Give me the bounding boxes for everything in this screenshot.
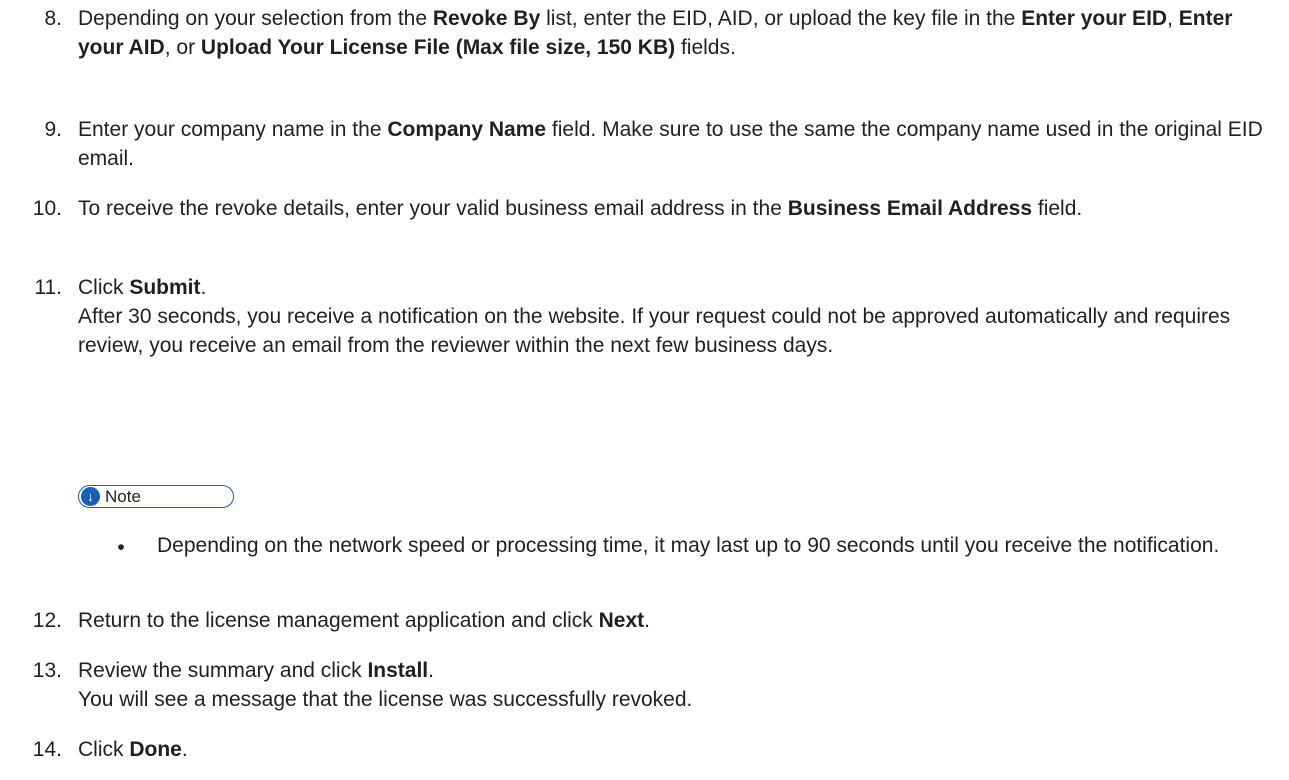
step-text: Depending on your selection from the Rev… bbox=[78, 7, 1233, 59]
step-text: Return to the license management applica… bbox=[78, 609, 651, 632]
step-number: 12. bbox=[32, 609, 62, 632]
step-number: 10. bbox=[32, 197, 62, 220]
step-number: 8. bbox=[44, 7, 62, 30]
step-text: Enter your company name in the Company N… bbox=[78, 118, 1263, 170]
note-label: Note bbox=[105, 487, 141, 506]
ui-term-install: Install bbox=[367, 659, 429, 682]
ui-term-done: Done bbox=[129, 738, 182, 761]
step-text: To receive the revoke details, enter you… bbox=[78, 197, 1083, 220]
down-arrow-icon: ↓ bbox=[81, 487, 100, 506]
ui-term-company-name: Company Name bbox=[387, 118, 547, 141]
step-number: 9. bbox=[44, 118, 62, 141]
bullet-marker: • bbox=[117, 536, 125, 559]
ui-term-upload-license: Upload Your License File (Max file size,… bbox=[200, 36, 676, 59]
ui-term-business-email: Business Email Address bbox=[787, 197, 1033, 220]
ui-term-revoke-by: Revoke By bbox=[432, 7, 541, 30]
step-text: Review the summary and click Install. Yo… bbox=[78, 656, 1283, 714]
step-number: 13. bbox=[32, 659, 62, 682]
ui-term-submit: Submit bbox=[129, 276, 201, 299]
note-item: Depending on the network speed or proces… bbox=[157, 534, 1220, 557]
ui-term-next: Next bbox=[598, 609, 645, 632]
step-number: 14. bbox=[32, 738, 62, 761]
step-detail: After 30 seconds, you receive a notifica… bbox=[78, 305, 1231, 357]
step-text: Click Submit. After 30 seconds, you rece… bbox=[78, 273, 1283, 360]
step-number: 11. bbox=[34, 276, 62, 299]
note-badge: ↓ Note bbox=[78, 485, 234, 508]
ui-term-enter-eid: Enter your EID bbox=[1021, 7, 1168, 30]
step-text: Click Done. bbox=[78, 738, 188, 761]
step-detail: You will see a message that the license … bbox=[78, 688, 693, 711]
